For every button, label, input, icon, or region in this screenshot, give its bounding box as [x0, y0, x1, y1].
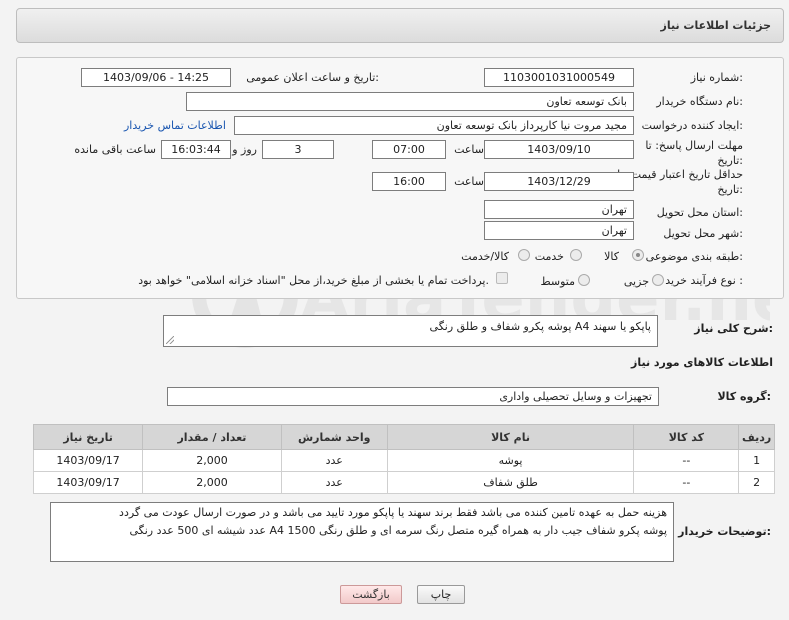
goods-group-field[interactable]: تجهیزات و وسایل تحصیلی واداری — [167, 387, 659, 406]
buyer-contact-link[interactable]: اطلاعات تماس خریدار — [124, 119, 226, 132]
validity-time-field[interactable]: 16:00 — [372, 172, 446, 191]
buyer-org-label: نام دستگاه خریدار: — [656, 95, 743, 108]
summary-textarea[interactable]: پوشه پکرو شفاف و طلق رنگی A4 پاپکو یا سه… — [163, 315, 658, 347]
cell-date: 1403/09/17 — [32, 449, 144, 472]
need-number-field[interactable]: 1103001031000549 — [484, 68, 634, 87]
announce-field[interactable]: 1403/09/06 - 14:25 — [81, 68, 231, 87]
cell-qty: 2,000 — [142, 449, 282, 472]
back-button[interactable]: بازگشت — [340, 585, 402, 604]
treasury-payment-checkbox[interactable] — [496, 272, 508, 284]
announce-label: تاریخ و ساعت اعلان عمومی: — [246, 71, 379, 84]
cell-code: -- — [633, 471, 740, 494]
deadline-time-field[interactable]: 07:00 — [372, 140, 446, 159]
cell-row: 2 — [738, 471, 775, 494]
cell-date: 1403/09/17 — [32, 471, 144, 494]
process-radio-minor[interactable] — [652, 274, 664, 286]
buyer-notes-label: توضیحات خریدار: — [678, 525, 771, 538]
category-option-goods: کالا — [604, 250, 619, 263]
deadline-label-line1: مهلت ارسال پاسخ: تا تاریخ: — [645, 139, 743, 167]
resize-handle-icon[interactable] — [166, 336, 174, 344]
city-field[interactable]: تهران — [484, 221, 634, 240]
validity-date-field[interactable]: 1403/12/29 — [484, 172, 634, 191]
goods-table-header: ردیف کد کالا نام کالا واحد شمارش تعداد /… — [32, 424, 775, 450]
province-label: استان محل تحویل: — [656, 206, 743, 219]
goods-section-title: اطلاعات کالاهای مورد نیاز — [631, 356, 773, 369]
category-radio-both[interactable] — [518, 249, 530, 261]
print-button[interactable]: چاپ — [417, 585, 465, 604]
col-date: تاریخ نیاز — [32, 424, 144, 450]
buyer-notes-line2: پوشه پکرو شفاف جیب دار به همراه گیره متص… — [129, 524, 667, 537]
cell-code: -- — [633, 449, 740, 472]
category-option-service: خدمت — [534, 250, 564, 263]
category-radio-service[interactable] — [570, 249, 582, 261]
cell-name: طلق شفاف — [386, 471, 635, 494]
category-option-both: کالا/خدمت — [461, 250, 509, 263]
panel-header: جزئیات اطلاعات نیاز — [16, 8, 784, 43]
col-unit: واحد شمارش — [280, 424, 388, 450]
province-field[interactable]: تهران — [484, 200, 634, 219]
need-number-label: شماره نیاز: — [690, 71, 743, 84]
goods-table: ردیف کد کالا نام کالا واحد شمارش تعداد /… — [32, 424, 775, 494]
cell-qty: 2,000 — [142, 471, 282, 494]
cell-row: 1 — [738, 449, 775, 472]
city-label: شهر محل تحویل: — [663, 227, 743, 240]
page-title: جزئیات اطلاعات نیاز — [660, 19, 772, 32]
col-code: کد کالا — [633, 424, 740, 450]
table-row: 2 -- طلق شفاف عدد 2,000 1403/09/17 — [32, 471, 775, 494]
process-radio-medium[interactable] — [578, 274, 590, 286]
col-name: نام کالا — [386, 424, 635, 450]
treasury-payment-note: پرداخت تمام یا بخشی از مبلغ خرید،از محل … — [138, 274, 489, 287]
deadline-time-label: ساعت — [454, 143, 484, 156]
buyer-notes-line1: هزینه حمل به عهده تامین کننده می باشد فق… — [119, 506, 667, 519]
process-label: نوع فرآیند خرید : — [665, 274, 743, 287]
days-field[interactable]: 3 — [262, 140, 334, 159]
table-row: 1 -- پوشه عدد 2,000 1403/09/17 — [32, 449, 775, 472]
remaining-time-field[interactable]: 16:03:44 — [161, 140, 231, 159]
col-row: ردیف — [738, 424, 775, 450]
validity-time-label: ساعت — [454, 175, 484, 188]
cell-unit: عدد — [280, 471, 388, 494]
cell-name: پوشه — [386, 449, 635, 472]
buyer-org-field[interactable]: بانک توسعه تعاون — [186, 92, 634, 111]
col-qty: تعداد / مقدار — [142, 424, 282, 450]
process-option-medium: متوسط — [540, 275, 575, 288]
requester-field[interactable]: مجید مروت نیا کارپرداز بانک توسعه تعاون — [234, 116, 634, 135]
remaining-label: ساعت باقی مانده — [74, 143, 156, 156]
goods-group-label: گروه کالا: — [717, 390, 771, 403]
category-radio-goods[interactable] — [632, 249, 644, 261]
requester-label: ایجاد کننده درخواست: — [641, 119, 743, 132]
deadline-date-field[interactable]: 1403/09/10 — [484, 140, 634, 159]
summary-text: پوشه پکرو شفاف و طلق رنگی A4 پاپکو یا سه… — [429, 320, 651, 333]
cell-unit: عدد — [280, 449, 388, 472]
summary-label: شرح کلی نیاز: — [694, 322, 773, 335]
category-label: طبقه بندی موضوعی: — [645, 250, 743, 263]
process-option-minor: جزیی — [623, 275, 649, 288]
days-label: روز و — [232, 143, 257, 156]
buyer-notes-textarea[interactable]: هزینه حمل به عهده تامین کننده می باشد فق… — [50, 502, 674, 562]
